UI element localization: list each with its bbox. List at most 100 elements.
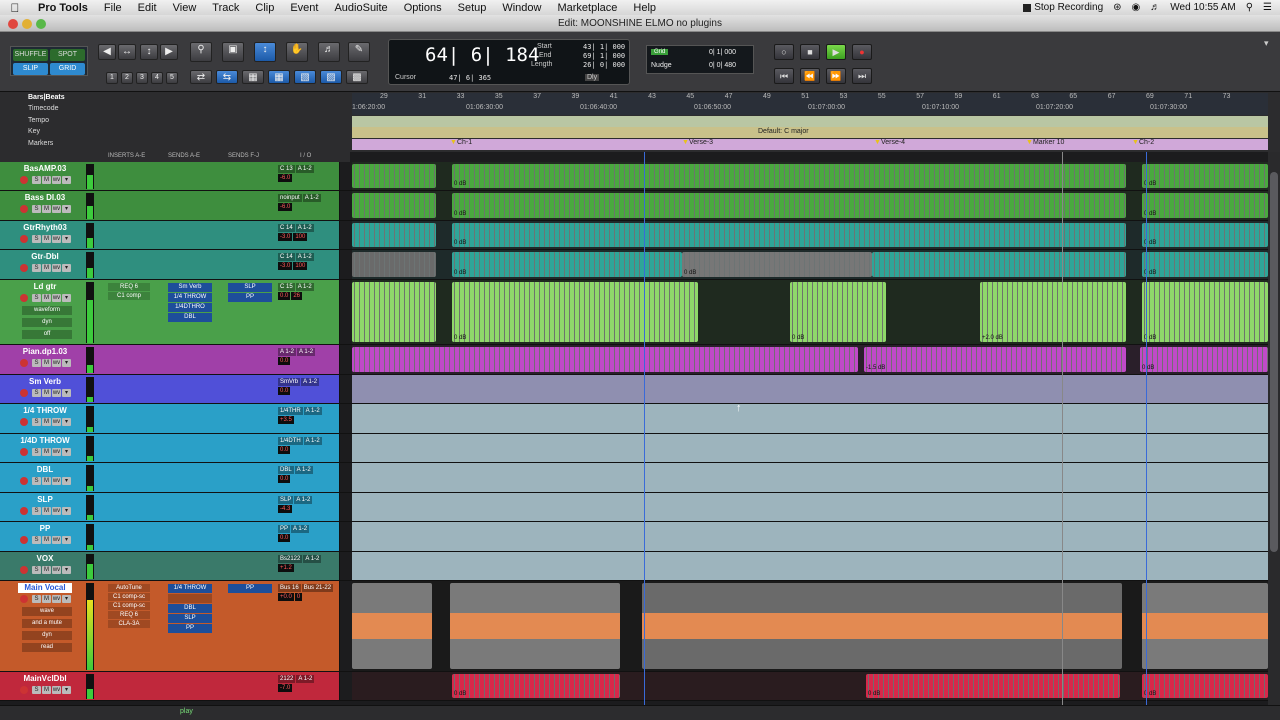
bluetooth-icon[interactable]: ⊛	[1113, 2, 1121, 13]
menu-audiosuite[interactable]: AudioSuite	[326, 2, 395, 14]
record-enable-button[interactable]	[20, 477, 28, 485]
markers-ruler[interactable]: ▼Ch-1 ▼Verse-3 ▼Verse-4 ▼Marker 10 ▼Ch-2	[352, 139, 1268, 150]
menu-help[interactable]: Help	[625, 2, 664, 14]
record-enable-button[interactable]	[20, 507, 28, 515]
playlist-menu-icon[interactable]: ▾	[62, 566, 71, 574]
scroll-thumb[interactable]	[1270, 172, 1278, 552]
solo-button[interactable]: S	[32, 205, 41, 213]
menu-clock[interactable]: Wed 10:55 AM	[1170, 2, 1235, 13]
audio-clip[interactable]: 0 dB	[452, 252, 682, 277]
track-name[interactable]: VOX	[18, 554, 72, 564]
key-ruler[interactable]: Default: C major	[352, 127, 1268, 138]
input-selector[interactable]: C 14	[278, 224, 295, 232]
solo-button[interactable]: S	[32, 176, 41, 184]
apple-icon[interactable]: 	[0, 1, 30, 15]
start-value[interactable]: 43| 1| 000	[583, 43, 625, 51]
audio-clip[interactable]: 0 dB	[452, 164, 1126, 188]
marker[interactable]: ▼Marker 10	[1026, 139, 1064, 146]
ruler-label-key[interactable]: Key	[28, 128, 40, 135]
record-enable-button[interactable]	[20, 686, 28, 694]
grid-label[interactable]: Grid	[651, 49, 669, 55]
view-selector[interactable]: wv	[52, 235, 61, 243]
solo-button[interactable]: S	[32, 477, 41, 485]
zoom-preset-3[interactable]: 3	[136, 72, 148, 84]
delay-button[interactable]: Dly	[585, 74, 600, 81]
insert-slot[interactable]: C1 comp-sc	[108, 593, 150, 601]
pan-value[interactable]: 0	[294, 593, 303, 601]
input-selector[interactable]: 1/4DTH	[278, 437, 303, 445]
output-selector[interactable]: A 1-2	[295, 253, 314, 261]
send-slot[interactable]: SLP	[168, 614, 212, 623]
send-slot[interactable]: SLP	[228, 283, 272, 292]
track-lane[interactable]	[352, 404, 1268, 433]
track-lane[interactable]	[352, 463, 1268, 492]
audio-clip[interactable]	[872, 252, 1126, 277]
track-lane[interactable]: 0 dB 0 dB +2.0 dB 0 dB	[352, 280, 1268, 344]
audio-clip[interactable]: 0 dB	[452, 282, 698, 342]
solo-button[interactable]: S	[32, 536, 41, 544]
audio-clip[interactable]: 0 dB	[1142, 193, 1268, 218]
audio-clip[interactable]	[1142, 583, 1268, 669]
audio-clip[interactable]: 0 dB	[452, 674, 620, 698]
audio-clip[interactable]: 0 dB	[1142, 252, 1268, 277]
solo-button[interactable]: S	[32, 507, 41, 515]
input-selector[interactable]: SLP	[278, 496, 294, 504]
view-selector[interactable]: wv	[52, 595, 61, 603]
pan-value[interactable]: 100	[293, 233, 308, 241]
close-window-button[interactable]	[8, 19, 18, 29]
output-selector[interactable]: A 1-2	[294, 496, 313, 504]
mute-button[interactable]: M	[42, 418, 51, 426]
volume-icon[interactable]: ♬	[1150, 2, 1160, 13]
solo-button[interactable]: S	[32, 264, 41, 272]
send-slot[interactable]	[168, 594, 212, 603]
output-selector[interactable]: A 1-2	[296, 675, 315, 683]
mute-button[interactable]: M	[42, 205, 51, 213]
track-name[interactable]: Gtr-Dbl	[18, 252, 72, 262]
output-selector[interactable]: A 1-2	[295, 283, 314, 291]
audio-clip[interactable]: 0 dB	[1142, 282, 1268, 342]
go-to-end-button[interactable]: ⏭	[852, 68, 872, 84]
mute-button[interactable]: M	[42, 235, 51, 243]
solo-button[interactable]: S	[32, 235, 41, 243]
track-name[interactable]: Sm Verb	[18, 377, 72, 387]
track-name[interactable]: 1/4D THROW	[18, 436, 72, 446]
audio-clip[interactable]: 0 dB	[1140, 347, 1268, 372]
volume-value[interactable]: -6.0	[278, 174, 293, 182]
link-track-icon[interactable]: ▦	[242, 70, 264, 84]
toolbar-menu-icon[interactable]: ▾	[1264, 38, 1269, 49]
send-slot[interactable]: 1/4 THROW	[168, 293, 212, 302]
mute-button[interactable]: M	[42, 359, 51, 367]
track-lane[interactable]	[352, 552, 1268, 580]
solo-button[interactable]: S	[32, 389, 41, 397]
view-selector[interactable]: wv	[52, 536, 61, 544]
grid-value[interactable]: 0| 1| 000	[709, 49, 736, 56]
record-enable-button[interactable]	[20, 294, 28, 302]
scroll-mode-icon[interactable]: ▨	[320, 70, 342, 84]
mute-button[interactable]: M	[42, 389, 51, 397]
audio-clip[interactable]: +2.0 dB	[980, 282, 1126, 342]
view-selector[interactable]: wv	[52, 176, 61, 184]
zoom-horizontal-icon[interactable]: ↔	[118, 44, 136, 60]
view-selector[interactable]: wv	[52, 418, 61, 426]
output-selector[interactable]: A 1-2	[303, 407, 322, 415]
track-name[interactable]: Main Vocal	[18, 583, 72, 593]
record-enable-button[interactable]	[20, 359, 28, 367]
output-selector[interactable]: A 1-2	[303, 437, 322, 445]
mute-button[interactable]: M	[42, 536, 51, 544]
output-selector[interactable]: A 1-2	[302, 194, 321, 202]
zoom-preset-1[interactable]: 1	[106, 72, 118, 84]
menu-track[interactable]: Track	[204, 2, 247, 14]
input-selector[interactable]: PP	[278, 525, 291, 533]
track-lane[interactable]	[352, 375, 1268, 403]
marker[interactable]: ▼Verse-4	[874, 139, 905, 146]
record-enable-button[interactable]	[20, 536, 28, 544]
playlist-menu-icon[interactable]: ▾	[62, 176, 71, 184]
input-selector[interactable]: C 14	[278, 253, 295, 261]
send-slot[interactable]: PP	[228, 584, 272, 593]
insert-slot[interactable]: AutoTune	[108, 584, 150, 592]
track-lane[interactable]: 0 dB 0 dB	[352, 221, 1268, 249]
track-name[interactable]: PP	[18, 524, 72, 534]
mute-button[interactable]: M	[42, 176, 51, 184]
volume-value[interactable]: +1.2	[278, 564, 294, 572]
tempo-ruler[interactable]	[352, 116, 1268, 127]
